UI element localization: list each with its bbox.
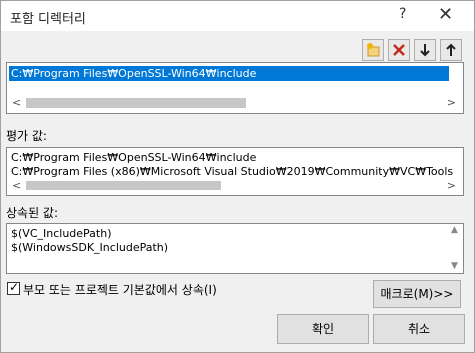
scroll-thumb[interactable] — [26, 181, 221, 190]
horizontal-scrollbar[interactable]: < > — [9, 96, 459, 110]
macros-button[interactable]: 매크로(M)>> — [373, 280, 461, 308]
inherited-line: $(WindowsSDK_IncludePath) — [11, 241, 169, 254]
scroll-down-icon[interactable]: ▼ — [451, 261, 458, 271]
evaluated-values-box: C:₩Program Files₩OpenSSL-Win64₩include C… — [6, 147, 464, 196]
list-item[interactable]: C:₩Program Files₩OpenSSL-Win64₩include — [9, 66, 449, 81]
scroll-right-icon[interactable]: > — [447, 179, 456, 192]
include-directory-list[interactable]: C:₩Program Files₩OpenSSL-Win64₩include <… — [6, 62, 464, 114]
move-down-icon — [420, 44, 430, 57]
scroll-thumb[interactable] — [26, 98, 246, 108]
inherit-checkbox-label[interactable]: 부모 또는 프로젝트 기본값에서 상속(I) — [23, 281, 217, 298]
ok-button-label: 확인 — [311, 322, 335, 336]
move-up-icon — [446, 43, 456, 56]
title-bar: 포함 디렉터리 ? ✕ — [1, 1, 474, 31]
new-line-button[interactable] — [362, 39, 384, 61]
close-button[interactable]: ✕ — [438, 4, 453, 25]
checkmark-icon: ✓ — [9, 280, 20, 294]
inherited-values-box: $(VC_IncludePath) $(WindowsSDK_IncludePa… — [6, 223, 464, 274]
evaluated-line: C:₩Program Files₩OpenSSL-Win64₩include — [11, 151, 257, 164]
new-line-icon — [367, 43, 380, 57]
delete-button[interactable] — [388, 39, 410, 61]
inherited-values-label: 상속된 값: — [6, 206, 59, 220]
window-title: 포함 디렉터리 — [10, 12, 86, 27]
move-up-button[interactable] — [440, 39, 462, 61]
include-directories-dialog: 포함 디렉터리 ? ✕ C:₩Program Files₩OpenSSL-Win… — [0, 0, 475, 353]
vertical-scrollbar[interactable]: ▲ ▼ — [448, 225, 462, 271]
inherited-line: $(VC_IncludePath) — [11, 227, 112, 240]
scroll-left-icon[interactable]: < — [12, 179, 21, 192]
delete-icon — [393, 44, 405, 56]
evaluated-values-label: 평가 값: — [6, 129, 47, 143]
scroll-up-icon[interactable]: ▲ — [451, 225, 458, 235]
scroll-right-icon[interactable]: > — [447, 96, 456, 110]
horizontal-scrollbar[interactable]: < > — [9, 179, 459, 192]
ok-button[interactable]: 확인 — [277, 314, 369, 344]
move-down-button[interactable] — [414, 39, 436, 61]
evaluated-line: C:₩Program Files (x86)₩Microsoft Visual … — [11, 165, 454, 178]
inherit-checkbox[interactable]: ✓ — [7, 280, 20, 295]
macros-button-label: 매크로(M)>> — [380, 287, 454, 301]
cancel-button[interactable]: 취소 — [373, 314, 465, 344]
help-button[interactable]: ? — [399, 6, 406, 22]
scroll-left-icon[interactable]: < — [12, 96, 21, 110]
cancel-button-label: 취소 — [407, 322, 431, 336]
